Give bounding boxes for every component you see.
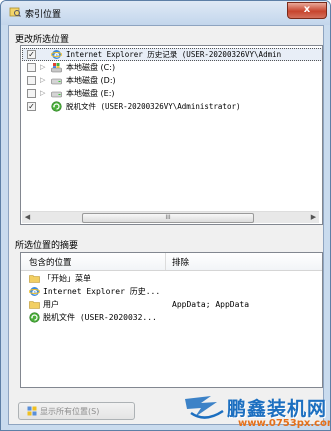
checkbox-checked[interactable]: ✓ (27, 102, 36, 111)
tree-item-label: 本地磁盘 (D:) (66, 76, 116, 85)
show-all-locations-button[interactable]: 显示所有位置(S) (18, 402, 135, 420)
column-divider[interactable] (165, 253, 166, 270)
offline-files-icon (51, 101, 62, 112)
location-cell: 用户 (43, 300, 59, 309)
list-item[interactable]: e Internet Explorer 历史... (21, 285, 322, 298)
tree-item-label: 脱机文件 (USER-20200326VY\Administrator) (66, 102, 241, 111)
drive-icon (51, 78, 62, 85)
expand-arrow-icon[interactable]: ▷ (40, 76, 46, 84)
tree-item-offline-files[interactable]: ✓ 脱机文件 (USER-20200326VY\Administrator) (21, 100, 321, 113)
watermark-url: www.0753px.com (238, 418, 331, 429)
horizontal-scrollbar[interactable]: ◀ III ▶ (22, 211, 319, 223)
change-locations-label: 更改所选位置 (15, 35, 70, 45)
shield-icon (27, 406, 37, 416)
list-item[interactable]: 用户 AppData; AppData (21, 298, 322, 311)
scroll-thumb[interactable]: III (82, 213, 254, 223)
list-item[interactable]: 「开始」菜单 (21, 272, 322, 285)
tree-item-label: 本地磁盘 (C:) (66, 63, 116, 72)
title-bar[interactable]: 索引位置 x (1, 1, 330, 25)
checkbox-unchecked[interactable] (27, 89, 36, 98)
tree-item-drive-d[interactable]: ▷ 本地磁盘 (D:) (21, 74, 321, 87)
tree-item-drive-c[interactable]: ▷ 本地磁盘 (C:) (21, 61, 321, 74)
indexing-icon (9, 7, 21, 17)
tree-item-drive-e[interactable]: ▷ 本地磁盘 (E:) (21, 87, 321, 100)
column-header-included[interactable]: 包含的位置 (29, 256, 72, 268)
location-cell: 「开始」菜单 (43, 274, 91, 283)
folder-icon (29, 301, 40, 309)
close-button[interactable]: x (287, 2, 327, 19)
folder-icon (29, 275, 40, 283)
tree-item-label: 本地磁盘 (E:) (66, 89, 115, 98)
checkbox-unchecked[interactable] (27, 63, 36, 72)
window-title: 索引位置 (25, 10, 62, 20)
ie-icon: e (51, 50, 62, 60)
scroll-right-icon[interactable]: ▶ (308, 212, 319, 223)
scroll-left-icon[interactable]: ◀ (22, 212, 33, 223)
scroll-grip-icon: III (165, 214, 171, 221)
tree-item-ie-history[interactable]: ✓ e Internet Explorer 历史记录 (USER-2020032… (21, 48, 322, 61)
system-drive-icon (51, 63, 62, 73)
show-all-locations-label: 显示所有位置(S) (40, 407, 100, 416)
locations-tree[interactable]: ✓ e Internet Explorer 历史记录 (USER-2020032… (20, 45, 323, 225)
indexing-locations-dialog: 索引位置 x 更改所选位置 ✓ e Internet Explorer 历史记录… (0, 0, 331, 431)
close-icon: x (303, 4, 311, 15)
svg-text:e: e (54, 51, 60, 60)
summary-list[interactable]: 包含的位置 排除 「开始」菜单 e Internet Explorer 历史..… (20, 252, 323, 388)
location-cell: Internet Explorer 历史... (43, 287, 161, 296)
expand-arrow-icon[interactable]: ▷ (40, 63, 46, 71)
checkbox-unchecked[interactable] (27, 76, 36, 85)
tree-item-label: Internet Explorer 历史记录 (USER-20200326VY\… (66, 50, 282, 59)
summary-label: 所选位置的摘要 (15, 241, 79, 251)
list-item[interactable]: 脱机文件 (USER-2020032... (21, 311, 322, 324)
svg-text:e: e (32, 288, 38, 297)
expand-arrow-icon[interactable]: ▷ (40, 89, 46, 97)
drive-icon (51, 91, 62, 98)
column-header-excluded[interactable]: 排除 (172, 256, 189, 268)
checkbox-checked[interactable]: ✓ (27, 50, 36, 59)
dialog-body: 更改所选位置 ✓ e Internet Explorer 历史记录 (USER-… (8, 25, 324, 425)
watermark-logo (185, 396, 224, 419)
offline-files-icon (29, 312, 40, 323)
watermark-brand: 鹏鑫装机网 (227, 398, 328, 420)
exclude-cell: AppData; AppData (172, 300, 250, 309)
ie-icon: e (29, 287, 40, 297)
list-header: 包含的位置 排除 (21, 253, 322, 271)
location-cell: 脱机文件 (USER-2020032... (43, 313, 157, 322)
